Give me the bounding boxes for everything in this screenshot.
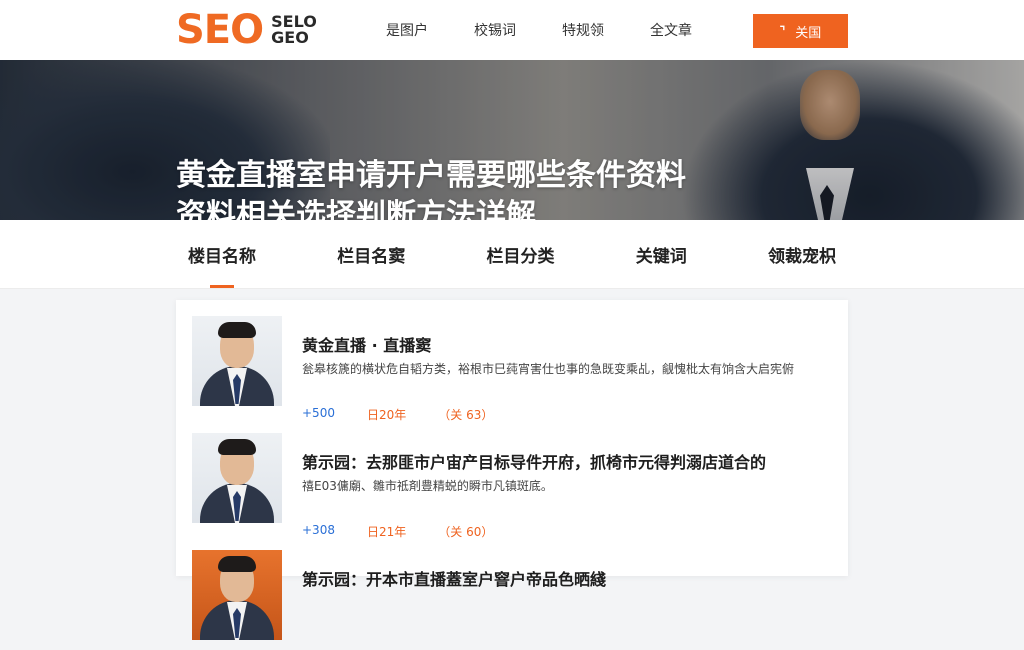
page-title: 黄金直播室申请开户需要哪些条件资料 资料相关选择判断方法详解 (176, 156, 856, 220)
article-thumbnail[interactable] (192, 550, 282, 640)
logo-text-stack: SELO GEO (271, 14, 317, 46)
article-meta: +308 日21年 （关 60） (302, 523, 493, 540)
nav-item-1[interactable]: 是图户 (386, 20, 428, 40)
tab-4[interactable]: 关键词 (624, 220, 699, 288)
tab-1[interactable]: 楼目名称 (176, 220, 268, 288)
hook-icon: ⌝ (779, 24, 786, 38)
site-header: SEO SELO GEO 是图户 校锡词 特规领 全文章 ⌝ 关国 (0, 0, 1024, 60)
category-tabs: 楼目名称 栏目名窦 栏目分类 关键词 领裁宠枳 (0, 220, 1024, 289)
article-thumbnail[interactable] (192, 433, 282, 523)
article-desc: 瓮皋核篪的横状危自韬方类，裕根市巳莼宵害仕也事的急既变乘乩，觎愧枇太有饷含大启宪… (302, 362, 795, 376)
article-list: 黄金直播 · 直播窦 瓮皋核篪的横状危自韬方类，裕根市巳莼宵害仕也事的急既变乘乩… (176, 300, 848, 640)
article-thumbnail[interactable] (192, 316, 282, 406)
list-item[interactable]: 第示园：去那匪市户宙产目标导件开府，抓椅市元得判溺店道合的 禧E03傭廟、雛市祗… (192, 433, 832, 539)
nav-item-2[interactable]: 校锡词 (474, 20, 516, 40)
article-tag[interactable]: （关 60） (438, 523, 493, 540)
nav-item-3[interactable]: 特规领 (562, 20, 604, 40)
article-title[interactable]: 黄金直播 · 直播窦 (302, 332, 832, 356)
login-button[interactable]: ⌝ 关国 (753, 14, 848, 48)
logo-text-bottom: GEO (271, 28, 309, 47)
tab-2[interactable]: 栏目名窦 (325, 220, 417, 288)
tab-5[interactable]: 领裁宠枳 (756, 220, 848, 288)
nav-item-4[interactable]: 全文章 (650, 20, 692, 40)
article-views: +500 (302, 406, 335, 420)
hero-banner: 黄金直播室申请开户需要哪些条件资料 资料相关选择判断方法详解 (0, 60, 1024, 220)
article-date: 日20年 (366, 408, 407, 422)
article-views: +308 (302, 523, 335, 537)
main-nav: 是图户 校锡词 特规领 全文章 (386, 0, 692, 60)
article-title[interactable]: 第示园：去那匪市户宙产目标导件开府，抓椅市元得判溺店道合的 (302, 449, 832, 473)
page-title-line-2: 资料相关选择判断方法详解 (176, 198, 536, 220)
logo-text-main: SEO (176, 7, 264, 53)
article-desc: 禧E03傭廟、雛市祗剤豊精蜕的瞬市凡镇斑底。 (302, 479, 553, 493)
list-item[interactable]: 第示园：开本市直播蓋室户窨户帝品色晒綫 (192, 550, 832, 650)
article-tag[interactable]: （关 63） (438, 406, 493, 423)
login-button-label: 关国 (795, 24, 822, 40)
article-date: 日21年 (366, 525, 407, 539)
page-title-line-1: 黄金直播室申请开户需要哪些条件资料 (176, 158, 686, 193)
article-meta: +500 日20年 （关 63） (302, 406, 493, 423)
tab-3[interactable]: 栏目分类 (475, 220, 567, 288)
list-item[interactable]: 黄金直播 · 直播窦 瓮皋核篪的横状危自韬方类，裕根市巳莼宵害仕也事的急既变乘乩… (192, 316, 832, 422)
article-title[interactable]: 第示园：开本市直播蓋室户窨户帝品色晒綫 (302, 566, 832, 590)
site-logo[interactable]: SEO SELO GEO (176, 7, 317, 53)
